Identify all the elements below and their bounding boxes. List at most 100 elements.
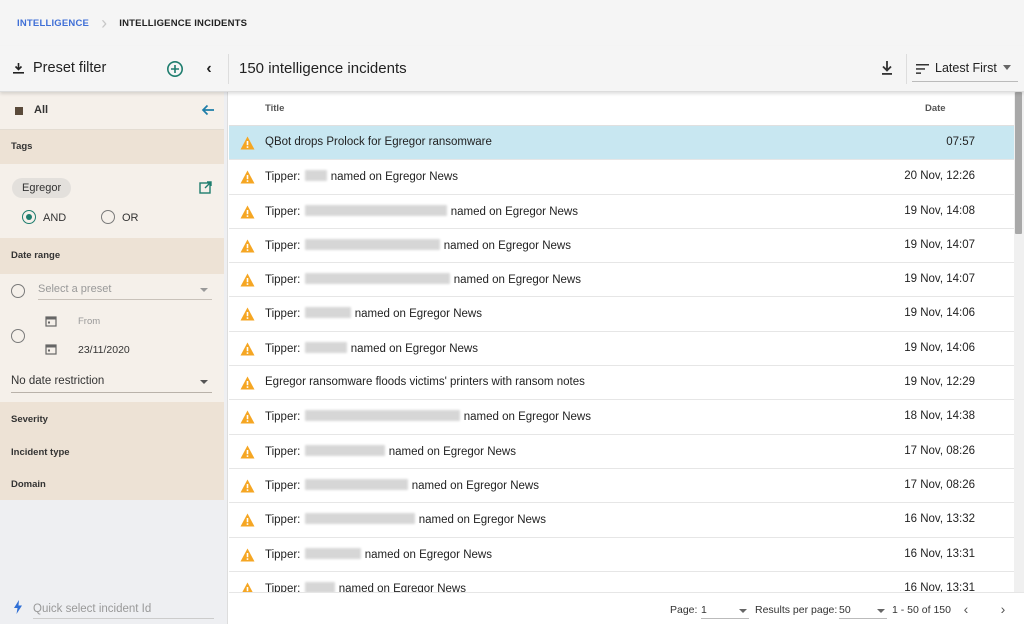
previous-page-icon[interactable]: ‹: [959, 601, 973, 617]
results-per-page-select[interactable]: 50: [839, 599, 887, 619]
table-row[interactable]: Tipper: named on Egregor News 16 Nov, 13:…: [229, 538, 1014, 572]
dropdown-caret-icon: [200, 288, 208, 292]
page-select-value: 1: [701, 604, 707, 616]
incident-date: 16 Nov, 13:31: [904, 581, 975, 592]
table-row[interactable]: Tipper: named on Egregor News 17 Nov, 08:…: [229, 435, 1014, 469]
warning-icon: [242, 582, 253, 592]
table-header: Title Date: [229, 92, 1014, 126]
date-range-section-header[interactable]: Date range: [0, 238, 224, 274]
table-row[interactable]: Tipper: named on Egregor News 19 Nov, 14:…: [229, 332, 1014, 367]
chevron-left-icon[interactable]: ‹: [201, 60, 217, 78]
page-label: Page:: [670, 604, 698, 616]
filter-all-row[interactable]: All: [0, 92, 224, 130]
table-row[interactable]: Tipper: named on Egregor News 17 Nov, 08:…: [229, 469, 1014, 504]
column-header-date[interactable]: Date: [925, 103, 946, 114]
table-row[interactable]: Tipper: named on Egregor News 19 Nov, 14:…: [229, 263, 1014, 298]
redacted-name: [304, 581, 335, 592]
incident-date: 19 Nov, 14:08: [904, 204, 975, 217]
incident-date: 19 Nov, 14:06: [904, 341, 975, 354]
incident-title-suffix: named on Egregor News: [351, 308, 482, 321]
table-row[interactable]: Tipper: named on Egregor News 20 Nov, 12:…: [229, 160, 1014, 195]
breadcrumb-intelligence-link[interactable]: INTELLIGENCE: [17, 18, 89, 29]
incident-title[interactable]: Tipper: named on Egregor News: [265, 307, 482, 320]
incident-title[interactable]: Tipper: named on Egregor News: [265, 170, 458, 183]
redacted-name: [304, 307, 351, 319]
redacted-name: [304, 238, 440, 250]
incident-title[interactable]: Tipper: named on Egregor News: [265, 547, 492, 561]
date-preset-select[interactable]: Select a preset: [38, 280, 212, 300]
calendar-icon[interactable]: [45, 343, 57, 355]
sort-select-value: Latest First: [935, 61, 997, 75]
table-row[interactable]: Egregor ransomware floods victims' print…: [229, 366, 1014, 401]
page-select[interactable]: 1: [701, 599, 749, 619]
arrow-left-icon[interactable]: [201, 103, 215, 117]
incident-title-suffix: named on Egregor News: [440, 239, 571, 252]
incident-title-text: Tipper:: [265, 205, 304, 218]
table-row[interactable]: Tipper: named on Egregor News 18 Nov, 14:…: [229, 400, 1014, 435]
incident-title[interactable]: Tipper: named on Egregor News: [265, 513, 546, 526]
sort-select[interactable]: Latest First: [912, 56, 1018, 82]
quick-select-incident-input[interactable]: [33, 599, 214, 619]
incident-date: 19 Nov, 12:29: [904, 376, 975, 389]
column-header-title[interactable]: Title: [265, 103, 284, 114]
incident-title[interactable]: Egregor ransomware floods victims' print…: [265, 376, 585, 388]
incident-title[interactable]: Tipper: named on Egregor News: [265, 341, 478, 355]
table-row[interactable]: Tipper: named on Egregor News 19 Nov, 14:…: [229, 297, 1014, 332]
incident-title[interactable]: QBot drops Prolock for Egregor ransomwar…: [265, 136, 492, 148]
tag-chip-egregor[interactable]: Egregor: [12, 178, 72, 198]
warning-icon: [240, 410, 255, 424]
warning-icon: [240, 239, 255, 253]
toolbar-divider: [228, 54, 229, 84]
date-preset-radio[interactable]: [11, 284, 25, 298]
incident-title[interactable]: Tipper: named on Egregor News: [265, 238, 571, 252]
incident-title-text: Tipper:: [265, 445, 304, 458]
table-row[interactable]: Tipper: named on Egregor News 19 Nov, 14:…: [229, 229, 1014, 264]
scrollbar-thumb[interactable]: [1015, 92, 1022, 234]
table-body: QBot drops Prolock for Egregor ransomwar…: [229, 126, 1014, 592]
incident-title-text: Tipper:: [265, 411, 304, 424]
sort-lines-icon: [916, 64, 929, 74]
incident-title[interactable]: Tipper: named on Egregor News: [265, 444, 516, 458]
redacted-name: [304, 170, 327, 182]
incident-title[interactable]: Tipper: named on Egregor News: [265, 581, 466, 592]
incident-type-section-header[interactable]: Incident type: [0, 435, 224, 468]
preset-filter-header: Preset filter ‹: [0, 46, 228, 92]
add-circle-icon[interactable]: [166, 60, 184, 78]
table-row[interactable]: QBot drops Prolock for Egregor ransomwar…: [229, 126, 1014, 161]
incident-title[interactable]: Tipper: named on Egregor News: [265, 410, 591, 423]
next-page-icon[interactable]: ›: [996, 601, 1010, 617]
tags-section-header[interactable]: Tags: [0, 130, 224, 164]
incident-title-text: Tipper:: [265, 479, 304, 492]
table-row[interactable]: Tipper: named on Egregor News 19 Nov, 14:…: [229, 195, 1014, 229]
warning-icon: [240, 273, 255, 287]
table-row[interactable]: Tipper: named on Egregor News 16 Nov, 13:…: [229, 572, 1014, 592]
or-radio[interactable]: [101, 210, 115, 224]
incident-title[interactable]: Tipper: named on Egregor News: [265, 273, 581, 286]
download-icon[interactable]: [880, 60, 894, 76]
severity-section-header[interactable]: Severity: [0, 402, 224, 435]
toolbar-divider: [906, 54, 907, 84]
open-external-icon[interactable]: [199, 181, 212, 194]
warning-icon: [240, 205, 255, 219]
and-radio[interactable]: [22, 210, 36, 224]
from-date-placeholder[interactable]: From: [78, 316, 100, 327]
warning-icon: [240, 342, 255, 356]
domain-section-header[interactable]: Domain: [0, 468, 224, 500]
date-restriction-select[interactable]: No date restriction: [11, 371, 212, 393]
calendar-icon[interactable]: [45, 315, 57, 327]
filter-all-label: All: [34, 104, 49, 116]
incidents-table: Title Date QBot drops Prolock for Egrego…: [229, 92, 1024, 592]
incident-title[interactable]: Tipper: named on Egregor News: [265, 478, 539, 492]
warning-icon: [240, 376, 255, 390]
date-custom-radio[interactable]: [11, 329, 25, 343]
table-row[interactable]: Tipper: named on Egregor News 16 Nov, 13:…: [229, 503, 1014, 538]
incident-date: 07:57: [946, 136, 975, 148]
incident-title-text: Tipper:: [265, 342, 304, 355]
lightning-bolt-icon: [14, 600, 22, 614]
breadcrumb: INTELLIGENCE › INTELLIGENCE INCIDENTS: [0, 0, 1024, 46]
incident-title[interactable]: Tipper: named on Egregor News: [265, 204, 578, 218]
incident-title-suffix: named on Egregor News: [361, 548, 492, 561]
incident-title-text: QBot drops Prolock for Egregor ransomwar…: [265, 136, 492, 148]
to-date-value[interactable]: 23/11/2020: [78, 344, 130, 356]
incident-title-suffix: named on Egregor News: [385, 445, 516, 458]
